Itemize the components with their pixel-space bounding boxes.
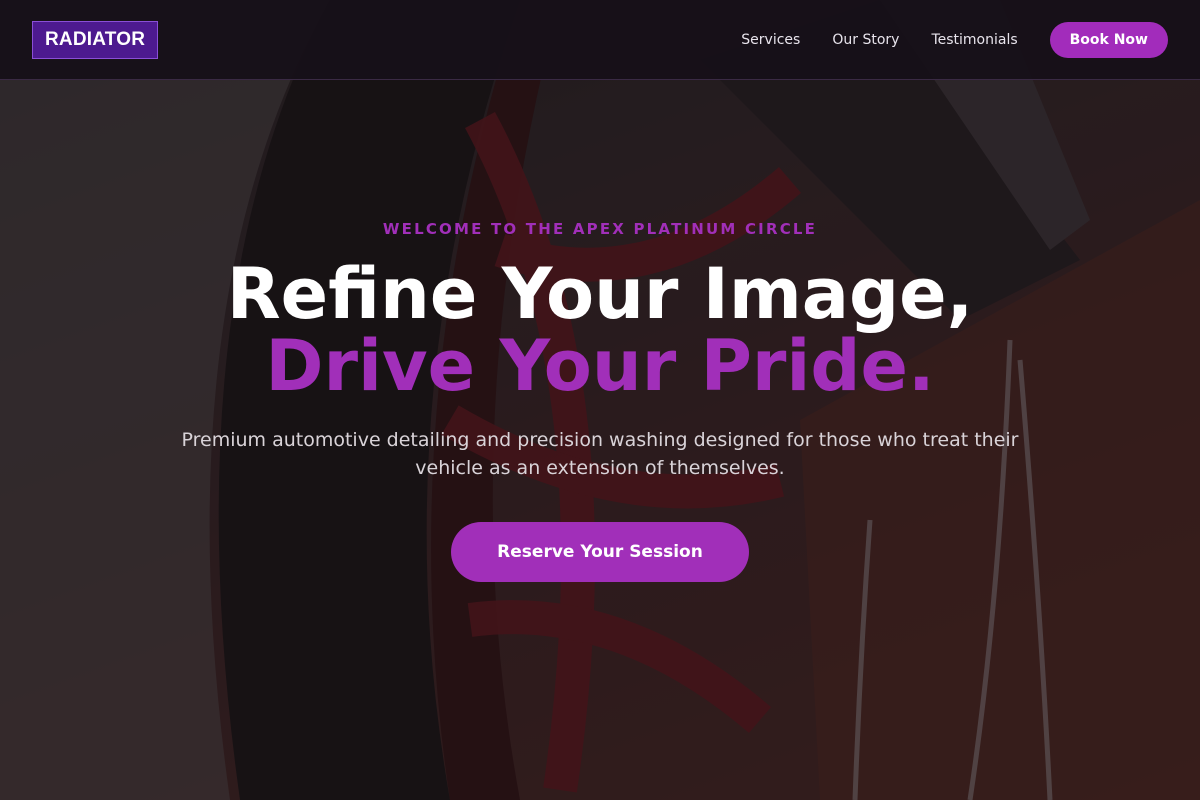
brand-logo[interactable]: RADIATOR — [32, 20, 159, 59]
nav-link-services[interactable]: Services — [741, 32, 800, 48]
hero-headline: Refine Your Image, Drive Your Pride. — [0, 258, 1200, 402]
top-navigation-bar: RADIATOR Services Our Story Testimonials… — [0, 0, 1200, 80]
reserve-session-button[interactable]: Reserve Your Session — [451, 522, 749, 582]
hero-section: WELCOME TO THE APEX PLATINUM CIRCLE Refi… — [0, 80, 1200, 800]
book-now-button[interactable]: Book Now — [1049, 21, 1168, 58]
nav-links: Services Our Story Testimonials Book Now — [741, 21, 1168, 58]
hero-eyebrow: WELCOME TO THE APEX PLATINUM CIRCLE — [382, 220, 818, 238]
nav-link-our-story[interactable]: Our Story — [832, 32, 899, 48]
nav-link-testimonials[interactable]: Testimonials — [931, 32, 1017, 48]
hero-headline-line-2: Drive Your Pride. — [265, 325, 935, 407]
hero-headline-line-1: Refine Your Image, — [226, 253, 974, 335]
hero-subtext: Premium automotive detailing and precisi… — [181, 429, 1019, 479]
